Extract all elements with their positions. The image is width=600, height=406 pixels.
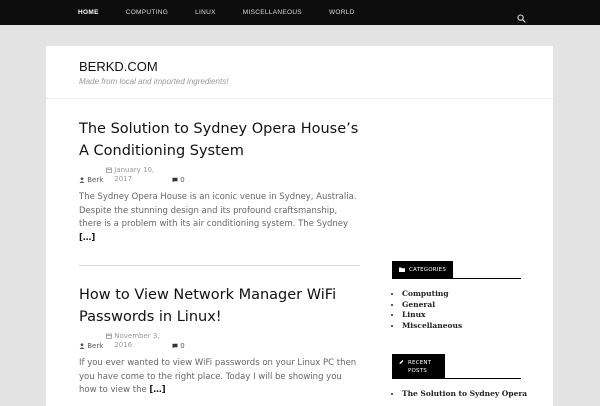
- post-date-text: January 10, 2017: [114, 166, 155, 183]
- recent-post-item[interactable]: The Solution to Sydney Opera: [402, 389, 527, 400]
- read-more-link[interactable]: […]: [149, 385, 165, 395]
- category-item-miscellaneous[interactable]: Miscellaneous: [402, 321, 462, 332]
- categories-title-text: CATEGORIES: [409, 266, 447, 273]
- post-author[interactable]: Berk: [79, 342, 103, 350]
- nav-item-home[interactable]: HOME: [72, 7, 105, 18]
- widget-underline: [392, 378, 521, 379]
- content-wrapper: BERKD.COM Made from local and imported i…: [46, 46, 553, 406]
- post-author[interactable]: Berk: [79, 176, 103, 184]
- recent-posts-title-text: RECENT POSTS: [408, 360, 432, 374]
- post-excerpt-text: The Sydney Opera House is an iconic venu…: [79, 192, 357, 229]
- pencil-icon: [399, 360, 404, 365]
- search-icon[interactable]: [517, 8, 526, 23]
- post-author-name: Berk: [87, 342, 104, 350]
- site-header: BERKD.COM Made from local and imported i…: [46, 46, 553, 99]
- comment-icon: [172, 177, 178, 183]
- user-icon: [79, 177, 85, 183]
- recent-posts-list: The Solution to Sydney Opera: [392, 389, 527, 400]
- read-more-link[interactable]: […]: [79, 233, 95, 243]
- post-comments[interactable]: 0: [172, 342, 185, 350]
- categories-widget-title: CATEGORIES: [392, 261, 454, 278]
- nav-item-computing[interactable]: COMPUTING: [120, 7, 174, 18]
- post-entry: How to View Network Manager WiFi Passwor…: [79, 284, 360, 398]
- post-title[interactable]: How to View Network Manager WiFi Passwor…: [79, 284, 360, 328]
- nav-item-miscellaneous[interactable]: MISCELLANEOUS: [237, 7, 308, 18]
- post-meta: November 3, 2016 Berk 0: [79, 332, 360, 355]
- post-excerpt: The Sydney Opera House is an iconic venu…: [79, 191, 360, 245]
- widget-underline: [392, 278, 521, 279]
- post-divider: [79, 265, 360, 266]
- main-nav: HOME COMPUTING LINUX MISCELLANEOUS WORLD: [72, 0, 376, 25]
- site-description: Made from local and imported ingredients…: [79, 77, 229, 86]
- calendar-icon: [106, 167, 112, 173]
- post-comment-count: 0: [180, 342, 185, 350]
- category-item-computing[interactable]: Computing: [402, 289, 462, 300]
- post-title[interactable]: The Solution to Sydney Opera House’s A C…: [79, 118, 360, 162]
- comment-icon: [172, 343, 178, 349]
- folder-icon: [399, 267, 405, 272]
- categories-list: Computing General Linux Miscellaneous: [392, 289, 462, 331]
- post-comments[interactable]: 0: [172, 176, 185, 184]
- post-comment-count: 0: [180, 176, 185, 184]
- nav-item-world[interactable]: WORLD: [323, 7, 361, 18]
- nav-item-linux[interactable]: LINUX: [189, 7, 222, 18]
- post-date: January 10, 2017: [106, 166, 162, 184]
- category-item-linux[interactable]: Linux: [402, 310, 462, 321]
- post-date: November 3, 2016: [106, 332, 170, 350]
- recent-posts-widget-title: RECENT POSTS: [392, 354, 445, 378]
- post-date-text: November 3, 2016: [114, 332, 160, 349]
- post-excerpt-text: If you ever wanted to view WiFi password…: [79, 358, 357, 395]
- user-icon: [79, 343, 85, 349]
- top-navbar: HOME COMPUTING LINUX MISCELLANEOUS WORLD: [0, 0, 600, 25]
- calendar-icon: [106, 333, 112, 339]
- post-excerpt: If you ever wanted to view WiFi password…: [79, 357, 360, 398]
- post-meta: January 10, 2017 Berk 0: [79, 166, 360, 189]
- category-item-general[interactable]: General: [402, 300, 462, 311]
- post-entry: The Solution to Sydney Opera House’s A C…: [79, 118, 360, 245]
- site-title[interactable]: BERKD.COM: [79, 59, 158, 74]
- post-author-name: Berk: [87, 176, 104, 184]
